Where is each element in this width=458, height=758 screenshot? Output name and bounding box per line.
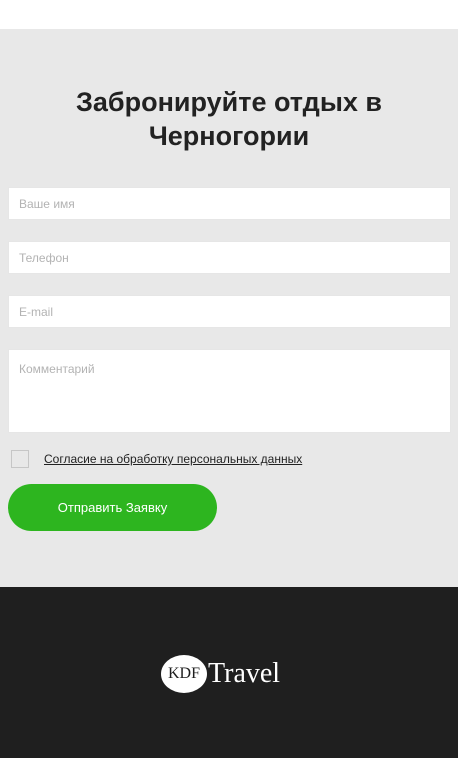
footer-logo[interactable]: KDF Travel [161, 655, 280, 693]
form-title: Забронируйте отдых в Черногории [76, 87, 382, 151]
comment-textarea[interactable] [8, 349, 451, 433]
footer: KDF Travel [0, 587, 458, 758]
phone-input[interactable] [8, 241, 451, 274]
email-input[interactable] [8, 295, 451, 328]
consent-link[interactable]: Согласие на обработку персональных данны… [44, 452, 302, 466]
logo-badge: KDF [161, 655, 207, 693]
submit-button[interactable]: Отправить Заявку [8, 484, 217, 531]
logo-text: Travel [208, 658, 281, 689]
top-strip [0, 0, 458, 29]
booking-form-section: Забронируйте отдых в Черногории Согласие… [0, 29, 458, 587]
consent-row: Согласие на обработку персональных данны… [11, 449, 302, 469]
consent-checkbox[interactable] [11, 450, 29, 468]
name-input[interactable] [8, 187, 451, 220]
